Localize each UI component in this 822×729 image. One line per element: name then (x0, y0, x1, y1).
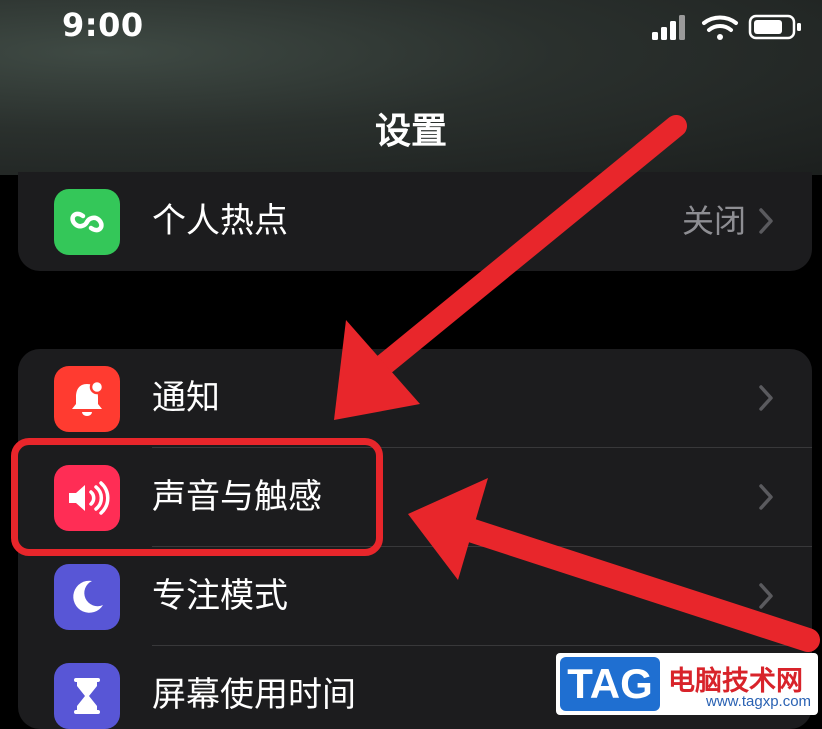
watermark-url: www.tagxp.com (706, 693, 812, 710)
watermark-badge: TAG (560, 657, 660, 711)
watermark-logo: TAG 电脑技术网 www.tagxp.com (556, 653, 818, 715)
annotation-arrows (334, 115, 820, 652)
arrow-from-top-icon (334, 115, 687, 420)
arrow-from-right-icon (408, 478, 820, 652)
